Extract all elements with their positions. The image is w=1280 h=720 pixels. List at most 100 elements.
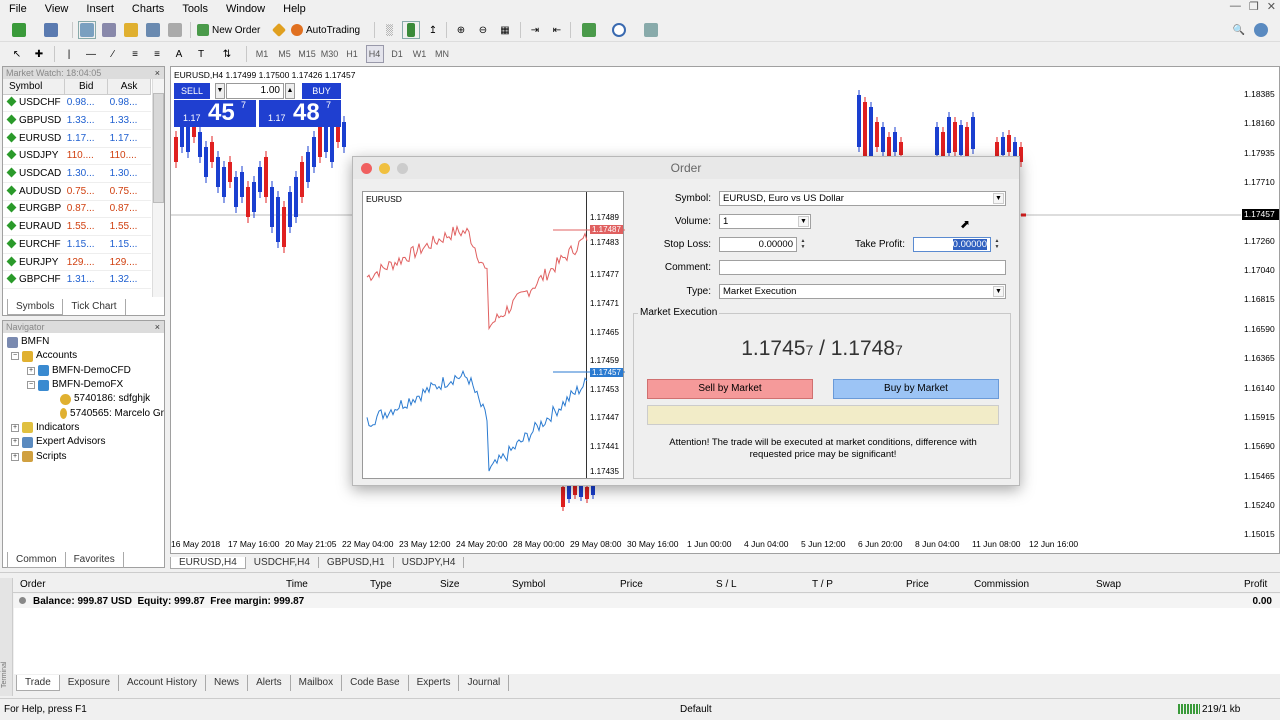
timeframe-h4[interactable]: H4 xyxy=(365,45,384,63)
sell-button[interactable]: SELL xyxy=(174,83,210,99)
autotrading-button[interactable]: AutoTrading xyxy=(290,21,366,39)
tab-usdchf-h4[interactable]: USDCHF,H4 xyxy=(245,557,319,568)
timeframe-mn[interactable]: MN xyxy=(433,45,451,63)
minimize-icon[interactable] xyxy=(379,163,390,174)
metaeditor-icon[interactable] xyxy=(270,21,288,39)
chevron-down-icon[interactable]: ▼ xyxy=(993,286,1004,297)
tab-symbols[interactable]: Symbols xyxy=(7,299,64,315)
line-chart-icon[interactable]: ↥ xyxy=(424,21,442,39)
take-profit-stepper[interactable]: ▲ ▼ xyxy=(993,238,1001,251)
lot-size-input[interactable]: 1.00 xyxy=(226,83,284,99)
type-select[interactable]: Market Execution ▼ xyxy=(719,284,1006,299)
community-icon[interactable] xyxy=(1252,21,1270,39)
periods-icon[interactable] xyxy=(606,21,632,39)
col-symbol[interactable]: Symbol xyxy=(3,79,66,95)
market-watch-row[interactable]: AUDUSD 0.75... 0.75... xyxy=(3,182,151,201)
timeframe-m30[interactable]: M30 xyxy=(321,45,339,63)
market-watch-row[interactable]: USDCAD 1.30... 1.30... xyxy=(3,164,151,183)
lot-decrease-icon[interactable]: ▼ xyxy=(215,83,225,99)
tab-experts[interactable]: Experts xyxy=(409,675,460,691)
col-price[interactable]: Price xyxy=(620,579,643,590)
col-s-l[interactable]: S / L xyxy=(716,579,737,590)
tree-account-cfd[interactable]: + BMFN-DemoCFD xyxy=(7,364,164,378)
close-icon[interactable]: ✕ xyxy=(1267,0,1276,18)
col-price[interactable]: Price xyxy=(906,579,929,590)
menu-file[interactable]: File xyxy=(0,0,36,18)
chevron-down-icon[interactable]: ▼ xyxy=(993,193,1004,204)
menu-tools[interactable]: Tools xyxy=(173,0,217,18)
col-type[interactable]: Type xyxy=(370,579,392,590)
scroll-thumb[interactable] xyxy=(153,93,164,203)
market-watch-row[interactable]: USDJPY 110.... 110.... xyxy=(3,147,151,166)
new-order-button[interactable]: New Order xyxy=(196,21,262,39)
cursor-icon[interactable]: ↖ xyxy=(8,45,26,63)
close-icon[interactable] xyxy=(361,163,372,174)
menu-charts[interactable]: Charts xyxy=(123,0,173,18)
sell-by-market-button[interactable]: Sell by Market xyxy=(647,379,813,399)
tile-windows-icon[interactable]: ▦ xyxy=(496,21,514,39)
profiles-button[interactable] xyxy=(38,21,64,39)
zoom-in-icon[interactable]: ⊕ xyxy=(452,21,470,39)
tab-usdjpy-h4[interactable]: USDJPY,H4 xyxy=(393,557,465,568)
fibonacci-icon[interactable]: ≡ xyxy=(148,45,166,63)
col-time[interactable]: Time xyxy=(286,579,308,590)
buy-price-panel[interactable]: 1.17 48 7 xyxy=(259,99,341,127)
col-size[interactable]: Size xyxy=(440,579,459,590)
tree-subaccount-2[interactable]: 5740565: Marcelo Gr xyxy=(7,406,164,420)
tester-icon[interactable] xyxy=(166,21,184,39)
col-t-p[interactable]: T / P xyxy=(812,579,833,590)
text-label-icon[interactable]: T xyxy=(192,45,210,63)
timeframe-m1[interactable]: M1 xyxy=(253,45,271,63)
zoom-out-icon[interactable]: ⊖ xyxy=(474,21,492,39)
timeframe-m5[interactable]: M5 xyxy=(276,45,294,63)
tree-experts[interactable]: + Expert Advisors xyxy=(7,435,164,449)
search-icon[interactable]: 🔍 xyxy=(1230,21,1248,39)
tab-eurusd-h4[interactable]: EURUSD,H4 xyxy=(170,557,246,569)
stop-loss-input[interactable]: 0.00000 xyxy=(719,237,797,252)
arrows-icon[interactable]: ⇅ xyxy=(214,45,240,63)
tab-common[interactable]: Common xyxy=(7,552,66,568)
symbol-select[interactable]: EURUSD, Euro vs US Dollar ▼ xyxy=(719,191,1006,206)
tab-news[interactable]: News xyxy=(206,675,249,691)
market-watch-row[interactable]: EURCHF 1.15... 1.15... xyxy=(3,235,151,254)
new-chart-button[interactable] xyxy=(6,21,32,39)
crosshair-icon[interactable]: ✚ xyxy=(30,45,48,63)
candlestick-icon[interactable] xyxy=(402,21,420,39)
market-watch-row[interactable]: EURGBP 0.87... 0.87... xyxy=(3,200,151,219)
sell-price-panel[interactable]: 1.17 45 7 xyxy=(174,99,256,127)
menu-insert[interactable]: Insert xyxy=(77,0,123,18)
tab-favorites[interactable]: Favorites xyxy=(66,552,124,568)
expand-icon[interactable]: + xyxy=(11,423,19,432)
col-symbol[interactable]: Symbol xyxy=(512,579,545,590)
tab-mailbox[interactable]: Mailbox xyxy=(291,675,343,691)
col-swap[interactable]: Swap xyxy=(1096,579,1121,590)
take-profit-input[interactable]: 0.00000 xyxy=(913,237,991,252)
tab-trade[interactable]: Trade xyxy=(16,675,60,691)
expand-icon[interactable]: + xyxy=(11,452,19,461)
tab-journal[interactable]: Journal xyxy=(459,675,510,691)
menu-window[interactable]: Window xyxy=(217,0,274,18)
navigator-icon[interactable] xyxy=(122,21,140,39)
market-watch-toggle[interactable] xyxy=(78,21,96,39)
maximize-icon[interactable] xyxy=(397,163,408,174)
tree-subaccount-1[interactable]: 5740186: sdfghjk xyxy=(7,392,164,406)
chart-shift-icon[interactable]: ⇤ xyxy=(548,21,566,39)
text-icon[interactable]: A xyxy=(170,45,188,63)
indicators-menu-icon[interactable] xyxy=(576,21,602,39)
data-window-icon[interactable] xyxy=(100,21,118,39)
tab-gbpusd-h1[interactable]: GBPUSD,H1 xyxy=(318,557,394,568)
minimize-icon[interactable]: — xyxy=(1230,0,1241,18)
terminal-icon[interactable] xyxy=(144,21,162,39)
collapse-icon[interactable]: − xyxy=(11,352,19,361)
market-watch-row[interactable]: GBPCHF 1.31... 1.32... xyxy=(3,270,151,290)
market-watch-row[interactable]: GBPUSD 1.33... 1.33... xyxy=(3,111,151,130)
tree-root[interactable]: BMFN xyxy=(7,335,164,349)
col-order[interactable]: Order xyxy=(20,579,46,590)
chevron-down-icon[interactable]: ▼ xyxy=(798,216,809,227)
col-ask[interactable]: Ask xyxy=(107,79,151,95)
restore-icon[interactable]: ❐ xyxy=(1249,0,1259,18)
market-watch-row[interactable]: EURUSD 1.17... 1.17... xyxy=(3,129,151,148)
timeframe-h1[interactable]: H1 xyxy=(343,45,361,63)
comment-input[interactable] xyxy=(719,260,1006,275)
stop-loss-stepper[interactable]: ▲ ▼ xyxy=(799,238,807,251)
